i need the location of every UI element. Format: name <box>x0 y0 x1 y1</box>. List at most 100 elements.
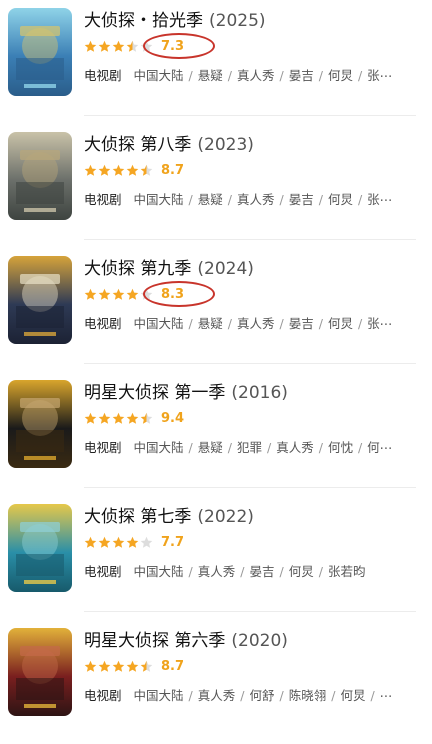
tag-separator: / <box>188 316 193 331</box>
row-divider <box>84 611 416 612</box>
category-label: 电视剧 <box>84 316 122 331</box>
result-item[interactable]: 大侦探 第八季 (2023) 8.7 电视剧 中国大陆 / 悬疑 / 真人秀 / 晏吉 / 何炅 / 张⋯ <box>0 124 432 248</box>
tag: 真人秀 <box>236 316 275 331</box>
highlight-circle <box>143 280 215 307</box>
result-title[interactable]: 大侦探 第七季 (2022) <box>84 506 420 528</box>
rating-score: 9.4 <box>161 410 185 426</box>
result-title[interactable]: 明星大侦探 第一季 (2016) <box>84 382 420 404</box>
tag-separator: / <box>227 316 232 331</box>
release-year: (2023) <box>197 135 254 155</box>
star-icon <box>98 40 111 52</box>
result-item[interactable]: 大侦探 第九季 (2024) 8.3 电视剧 中国大陆 / 悬疑 / 真人秀 / 晏吉 / 何炅 / 张⋯ <box>0 248 432 372</box>
tag: 何⋯ <box>367 440 393 455</box>
rating-row: 8.7 <box>84 656 420 676</box>
tag-separator: / <box>357 68 363 83</box>
tag-separator: / <box>318 564 323 579</box>
star-icon <box>98 288 111 300</box>
tag: 晏吉 <box>288 192 314 207</box>
tag-separator: / <box>357 192 363 207</box>
release-year: (2016) <box>231 383 288 403</box>
tag: 晏吉 <box>288 316 314 331</box>
star-icon <box>126 412 139 424</box>
tag: 中国大陆 <box>133 192 184 207</box>
tag: 中国大陆 <box>133 564 184 579</box>
tag: 张⋯ <box>367 68 393 83</box>
tag-separator: / <box>188 440 193 455</box>
result-title[interactable]: 大侦探 第九季 (2024) <box>84 258 420 280</box>
tag-separator: / <box>318 316 323 331</box>
star-rating <box>84 660 153 673</box>
poster-image[interactable] <box>8 628 72 716</box>
poster-image[interactable] <box>8 256 72 344</box>
star-icon <box>84 660 97 672</box>
tag-separator: / <box>266 440 272 455</box>
star-icon <box>126 536 139 548</box>
tag: 真人秀 <box>197 564 236 579</box>
rating-score: 8.7 <box>161 658 185 674</box>
tag: 真人秀 <box>236 68 275 83</box>
result-info: 大侦探 第七季 (2022) 7.7 电视剧 中国大陆 / 真人秀 / 晏吉 / 何炅 / 张若昀 <box>84 506 420 580</box>
result-info: 明星大侦探 第一季 (2016) 9.4 电视剧 中国大陆 / 悬疑 / 犯罪 / 真人秀 / 何忱 /… <box>84 382 420 456</box>
result-info: 大侦探 第八季 (2023) 8.7 电视剧 中国大陆 / 悬疑 / 真人秀 / 晏吉 / 何炅 / 张⋯ <box>84 134 420 208</box>
result-title[interactable]: 大侦探・拾光季 (2025) <box>84 10 420 32</box>
tag: 何炅 <box>327 68 353 83</box>
release-year: (2020) <box>231 631 288 651</box>
star-icon <box>112 536 125 548</box>
result-item[interactable]: 大侦探 第七季 (2022) 7.7 电视剧 中国大陆 / 真人秀 / 晏吉 / 何炅 / 张若昀 <box>0 496 432 620</box>
result-title[interactable]: 明星大侦探 第六季 (2020) <box>84 630 420 652</box>
tag-separator: / <box>240 564 245 579</box>
tag-separator: / <box>279 316 284 331</box>
title-text: 明星大侦探 第一季 <box>84 383 226 403</box>
title-text: 大侦探 第八季 <box>84 135 192 155</box>
tag: 悬疑 <box>197 440 223 455</box>
tag-separator: / <box>188 564 193 579</box>
result-item[interactable]: 大侦探・拾光季 (2025) 7.3 电视剧 中国大陆 / 悬疑 / 真人秀 / 晏吉 / 何炅 / 张⋯ <box>0 0 432 124</box>
release-year: (2022) <box>197 507 254 527</box>
poster-image[interactable] <box>8 132 72 220</box>
result-item[interactable]: 明星大侦探 第六季 (2020) 8.7 电视剧 中国大陆 / 真人秀 / 何舒 / 陈晓翎 / 何炅… <box>0 620 432 744</box>
tag-separator: / <box>279 564 284 579</box>
tag: 张若昀 <box>327 564 366 579</box>
row-divider <box>84 363 416 364</box>
tag: 张⋯ <box>367 316 393 331</box>
tag-separator: / <box>227 68 232 83</box>
result-title[interactable]: 大侦探 第八季 (2023) <box>84 134 420 156</box>
rating-row: 8.7 <box>84 160 420 180</box>
tag: 真人秀 <box>276 440 314 455</box>
result-item[interactable]: 明星大侦探 第一季 (2016) 9.4 电视剧 中国大陆 / 悬疑 / 犯罪 / 真人秀 / 何忱 /… <box>0 372 432 496</box>
tag-separator: / <box>279 68 284 83</box>
star-icon <box>112 40 125 52</box>
tag-separator: / <box>188 68 193 83</box>
star-icon <box>126 164 139 176</box>
star-icon <box>140 536 153 548</box>
poster-image[interactable] <box>8 8 72 96</box>
title-text: 大侦探・拾光季 <box>84 11 203 31</box>
category-label: 电视剧 <box>84 192 122 207</box>
title-text: 明星大侦探 第六季 <box>84 631 226 651</box>
tag: 悬疑 <box>197 192 223 207</box>
tag-separator: / <box>188 192 193 207</box>
star-icon <box>112 164 125 176</box>
star-icon <box>140 164 153 176</box>
rating-score: 7.3 <box>143 32 215 59</box>
row-divider <box>84 487 416 488</box>
search-results-list: 大侦探・拾光季 (2025) 7.3 电视剧 中国大陆 / 悬疑 / 真人秀 / 晏吉 / 何炅 / 张⋯… <box>0 0 432 716</box>
star-icon <box>112 412 125 424</box>
row-divider <box>84 115 416 116</box>
tag: 悬疑 <box>197 68 223 83</box>
rating-row: 8.3 <box>84 280 420 307</box>
star-rating <box>84 164 153 177</box>
star-icon <box>112 288 125 300</box>
star-icon <box>98 412 111 424</box>
tag-separator: / <box>227 192 232 207</box>
star-icon <box>84 40 97 52</box>
star-rating <box>84 412 153 425</box>
star-icon <box>84 164 97 176</box>
poster-image[interactable] <box>8 380 72 468</box>
release-year: (2025) <box>209 11 266 31</box>
poster-image[interactable] <box>8 504 72 592</box>
tag-separator: / <box>357 440 363 455</box>
star-icon <box>126 288 139 300</box>
result-info: 大侦探・拾光季 (2025) 7.3 电视剧 中国大陆 / 悬疑 / 真人秀 / 晏吉 / 何炅 / 张⋯ <box>84 10 420 84</box>
title-text: 大侦探 第九季 <box>84 259 192 279</box>
